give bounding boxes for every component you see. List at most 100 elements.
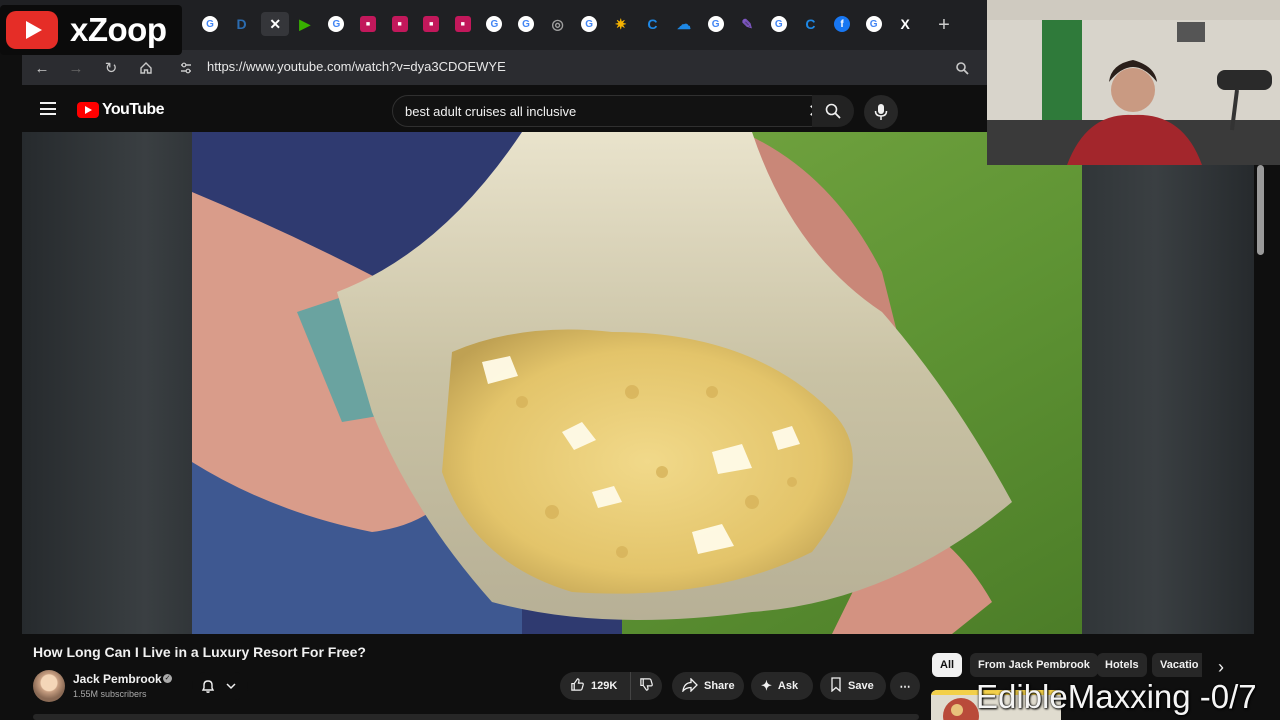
sparkle-icon: ✦ <box>761 678 772 693</box>
bookmark-icon <box>830 677 842 695</box>
bell-icon <box>201 680 215 693</box>
browser-tab[interactable]: ■ <box>356 12 380 36</box>
youtube-logo-text[interactable]: YouTube <box>102 101 164 119</box>
close-icon: ✕ <box>269 15 282 32</box>
youtube-logo-icon[interactable] <box>77 102 99 118</box>
x-icon: X <box>900 16 910 32</box>
xzoop-logo: xZoop <box>0 5 182 55</box>
description-box[interactable] <box>33 714 919 720</box>
subscriber-count: 1.55M subscribers <box>73 689 147 699</box>
youtube-header: YouTube best adult cruises all inclusive… <box>22 88 988 132</box>
browser-tab[interactable]: ▶ <box>293 12 317 36</box>
chip-hotels[interactable]: Hotels <box>1097 653 1147 677</box>
browser-tab[interactable]: C <box>798 12 822 36</box>
more-icon: ⋯ <box>899 680 911 693</box>
microphone-icon <box>874 104 888 120</box>
stream-counter-overlay: EdibleMaxxing -0/7 <box>976 678 1257 715</box>
chip-vacation[interactable]: Vacatio <box>1152 653 1202 677</box>
voice-search-button[interactable] <box>864 95 898 129</box>
browser-tab[interactable]: D <box>230 12 254 36</box>
search-query: best adult cruises all inclusive <box>405 104 577 119</box>
chrome-icon: ◎ <box>551 15 564 32</box>
address-bar: ← → ↻ https://www.youtube.com/watch?v=dy… <box>22 50 988 85</box>
google-icon: G <box>770 16 787 32</box>
generic-icon: D <box>236 16 247 32</box>
video-icon: ■ <box>454 16 471 32</box>
google-icon: G <box>707 16 724 32</box>
channel-avatar[interactable] <box>33 670 65 702</box>
more-actions-button[interactable]: ⋯ <box>890 672 920 700</box>
save-label: Save <box>848 680 874 692</box>
chevron-right-icon[interactable]: › <box>1210 656 1232 678</box>
chip-from-channel[interactable]: From Jack Pembrook <box>970 653 1098 677</box>
save-button[interactable]: Save <box>820 672 886 700</box>
google-icon: G <box>581 16 598 32</box>
spark-icon: ✷ <box>614 15 627 32</box>
browser-tab[interactable]: G <box>324 12 348 36</box>
browser-tab[interactable]: G <box>514 12 538 36</box>
like-button[interactable]: 129K <box>560 672 630 700</box>
share-label: Share <box>704 680 735 692</box>
xzoop-logo-text: xZoop <box>70 11 167 48</box>
search-input[interactable]: best adult cruises all inclusive ✕ <box>392 95 834 127</box>
notification-bell-button[interactable] <box>192 672 248 700</box>
home-icon[interactable] <box>136 58 156 78</box>
ring-icon: C <box>805 16 816 32</box>
chevron-down-icon <box>226 683 236 690</box>
video-title: How Long Can I Live in a Luxury Resort F… <box>33 644 366 660</box>
url-field[interactable]: https://www.youtube.com/watch?v=dya3CDOE… <box>207 59 506 74</box>
thumbs-down-icon <box>639 677 654 695</box>
browser-tab[interactable]: G <box>577 12 601 36</box>
google-icon: G <box>865 16 882 32</box>
browser-tab[interactable]: G <box>767 12 791 36</box>
verified-check-icon: ✓ <box>163 674 172 683</box>
browser-tab[interactable]: G <box>862 12 886 36</box>
browser-tab[interactable]: ◎ <box>546 12 570 36</box>
google-icon: G <box>202 16 218 32</box>
like-count: 129K <box>591 680 618 692</box>
video-icon: ■ <box>423 16 440 32</box>
browser-tab[interactable]: ✷ <box>609 12 633 36</box>
video-player[interactable] <box>192 132 1082 634</box>
browser-tab[interactable]: f <box>830 12 854 36</box>
site-settings-icon[interactable] <box>176 58 196 78</box>
share-button[interactable]: Share <box>672 672 744 700</box>
browser-tab[interactable]: ■ <box>388 12 412 36</box>
ring-icon: C <box>647 16 658 32</box>
ask-button[interactable]: ✦ Ask <box>751 672 813 700</box>
play-icon: ▶ <box>299 15 311 32</box>
browser-tab[interactable]: ■ <box>451 12 475 36</box>
forward-icon[interactable]: → <box>66 58 86 78</box>
browser-tab[interactable]: C <box>640 12 664 36</box>
new-tab-button[interactable]: + <box>932 13 956 37</box>
video-icon: ■ <box>360 16 376 32</box>
browser-tab[interactable]: X <box>893 12 917 36</box>
play-logo-icon <box>6 11 58 49</box>
back-icon[interactable]: ← <box>32 58 52 78</box>
facebook-icon: f <box>834 16 850 32</box>
browser-tab[interactable]: ✕ <box>261 12 290 36</box>
google-icon: G <box>518 16 534 32</box>
hamburger-menu-icon[interactable] <box>40 102 56 115</box>
search-button[interactable] <box>812 95 854 127</box>
page-scrollbar[interactable] <box>1257 165 1264 255</box>
chip-all[interactable]: All <box>932 653 963 677</box>
browser-tab[interactable]: ■ <box>419 12 443 36</box>
channel-name[interactable]: Jack Pembrook <box>73 672 162 686</box>
dislike-button[interactable] <box>630 672 662 700</box>
webcam-overlay <box>987 0 1280 165</box>
browser-tab[interactable]: G <box>704 12 728 36</box>
browser-tab[interactable]: G <box>198 12 222 36</box>
browser-tab[interactable]: G <box>482 12 506 36</box>
video-frame <box>192 132 1082 634</box>
google-icon: G <box>328 16 345 32</box>
browser-tab[interactable]: ☁ <box>672 12 696 36</box>
search-icon <box>825 103 841 119</box>
thumbs-up-icon <box>570 677 585 695</box>
video-icon: ■ <box>391 16 408 32</box>
share-icon <box>682 676 698 695</box>
google-icon: G <box>486 16 503 32</box>
zoom-icon[interactable] <box>952 58 972 78</box>
reload-icon[interactable]: ↻ <box>101 58 121 78</box>
browser-tab[interactable]: ✎ <box>735 12 759 36</box>
